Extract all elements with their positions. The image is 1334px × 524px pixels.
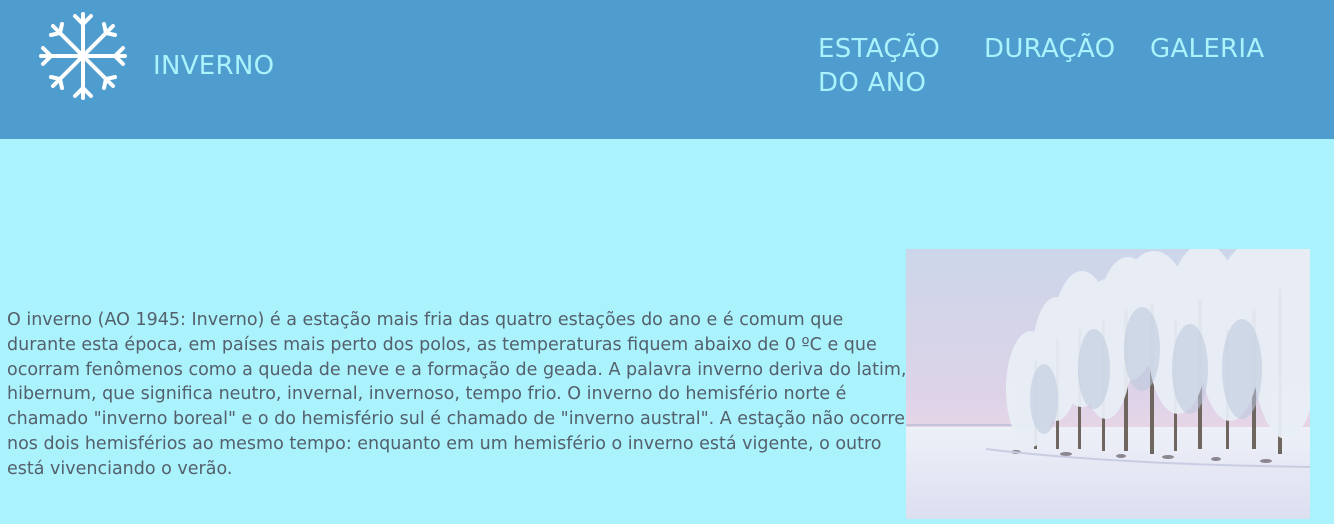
winter-forest-photo [906,249,1310,519]
intro-paragraph: O inverno (AO 1945: Inverno) é a estação… [7,310,907,479]
nav-link-estacao-do-ano[interactable]: ESTAÇÃO DO ANO [818,32,968,100]
snowflake-icon[interactable] [37,10,129,102]
nav-link-galeria[interactable]: GALERIA [1150,32,1264,66]
site-header: INVERNO ESTAÇÃO DO ANO DURAÇÃO GALERIA [0,0,1334,139]
nav-link-duracao[interactable]: DURAÇÃO [984,32,1115,66]
site-title: INVERNO [153,51,275,81]
